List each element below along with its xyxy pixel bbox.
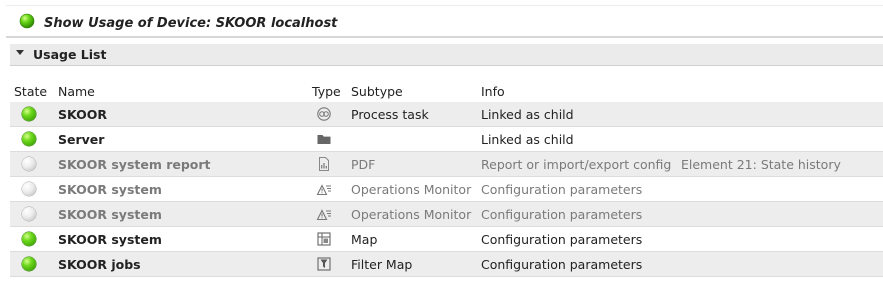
process-task-icon	[317, 107, 331, 121]
row-name: SKOOR	[58, 107, 108, 122]
table-row[interactable]: SKOOR Process task Linked as child	[10, 102, 883, 127]
window-title-bar: Show Usage of Device: SKOOR localhost	[6, 5, 883, 38]
table-row[interactable]: SKOOR system Map Configuration parameters	[10, 227, 883, 252]
row-subtype: Filter Map	[351, 257, 413, 272]
row-info: Configuration parameters	[481, 182, 643, 197]
column-header-type[interactable]: Type	[312, 84, 341, 99]
column-header-name[interactable]: Name	[58, 84, 95, 99]
row-info: Configuration parameters	[481, 207, 643, 222]
state-green-icon	[22, 232, 36, 246]
state-green-icon	[22, 107, 36, 121]
table-row[interactable]: SKOOR system report PDF Report or import/e…	[10, 152, 883, 177]
row-extra-info: Element 21: State history	[681, 157, 841, 172]
row-info: Configuration parameters	[481, 232, 643, 247]
chevron-down-icon[interactable]	[16, 50, 24, 55]
state-green-icon	[22, 257, 36, 271]
row-subtype: Operations Monitor	[351, 207, 472, 222]
row-subtype: Map	[351, 232, 378, 247]
table-row[interactable]: Server Linked as child	[10, 127, 883, 152]
state-white-icon	[22, 182, 36, 196]
status-green-icon	[19, 13, 35, 29]
pdf-report-icon	[319, 157, 329, 171]
usage-list-section-header[interactable]: Usage List	[10, 44, 883, 66]
operations-monitor-icon	[316, 209, 331, 221]
row-info: Linked as child	[481, 132, 574, 147]
row-name: Server	[58, 132, 105, 147]
state-green-icon	[22, 132, 36, 146]
row-subtype: Process task	[351, 107, 429, 122]
column-header-subtype[interactable]: Subtype	[351, 84, 403, 99]
table-row[interactable]: SKOOR system Operations Monitor Configurat…	[10, 202, 883, 227]
map-icon	[317, 232, 331, 246]
page-title: Show Usage of Device: SKOOR localhost	[44, 16, 338, 31]
row-info: Report or import/export config	[481, 157, 672, 172]
folder-icon	[317, 135, 331, 144]
table-row[interactable]: SKOOR system Operations Monitor Configurat…	[10, 177, 883, 202]
row-name: SKOOR jobs	[58, 257, 141, 272]
row-name: SKOOR system	[58, 182, 162, 197]
column-header-state[interactable]: State	[14, 84, 47, 99]
row-name: SKOOR system	[58, 207, 162, 222]
state-white-icon	[22, 157, 36, 171]
row-subtype: PDF	[351, 157, 376, 172]
operations-monitor-icon	[316, 184, 331, 196]
table-row[interactable]: SKOOR jobs Filter Map Configuration parame…	[10, 252, 883, 277]
section-label: Usage List	[33, 47, 107, 62]
row-info: Configuration parameters	[481, 257, 643, 272]
row-name: SKOOR system report	[58, 157, 211, 172]
column-header-info[interactable]: Info	[481, 84, 505, 99]
row-info: Linked as child	[481, 107, 574, 122]
row-name: SKOOR system	[58, 232, 162, 247]
row-subtype: Operations Monitor	[351, 182, 472, 197]
state-white-icon	[22, 207, 36, 221]
filter-map-icon	[317, 257, 331, 271]
